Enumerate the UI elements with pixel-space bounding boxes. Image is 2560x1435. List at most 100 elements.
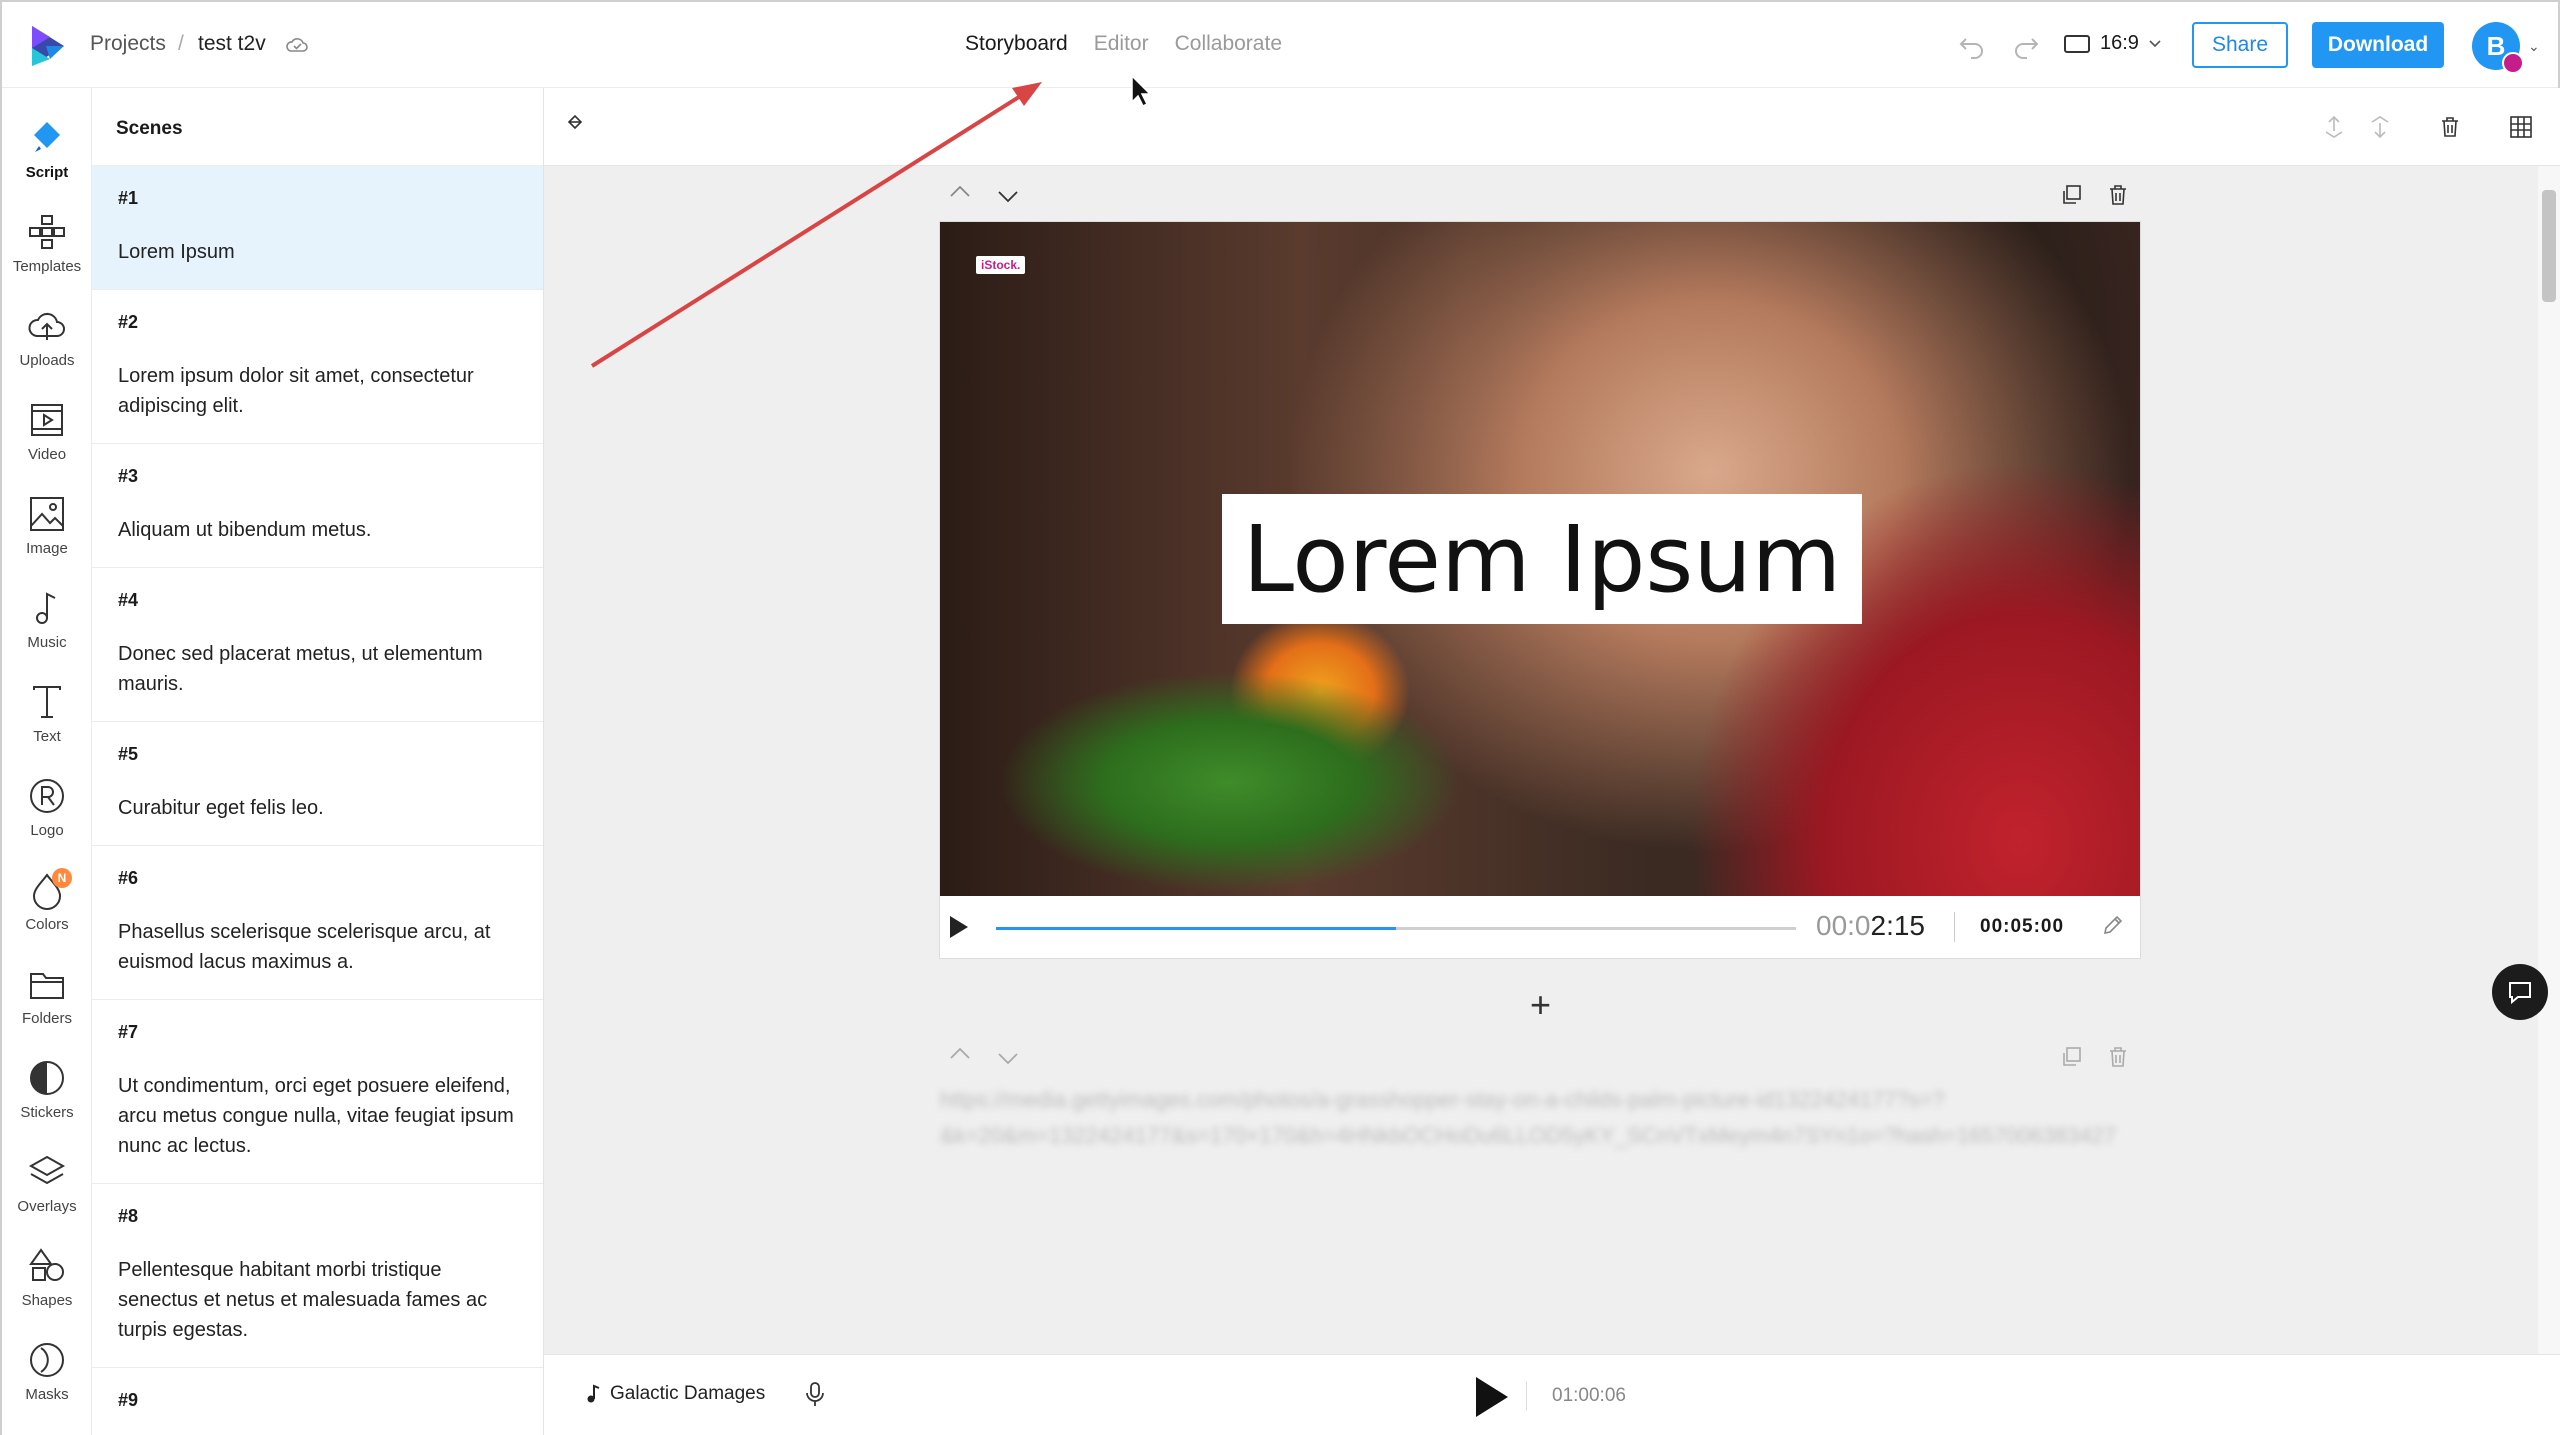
- scene-text[interactable]: Pellentesque habitant morbi tristique se…: [118, 1255, 517, 1345]
- canvas-toolbar: [544, 88, 2560, 166]
- scenes-title: Scenes: [92, 88, 543, 166]
- scene-text[interactable]: Lorem Ipsum: [118, 237, 517, 267]
- duplicate-icon[interactable]: [2060, 1046, 2082, 1068]
- sidebar-item-folders[interactable]: Folders: [2, 964, 92, 1027]
- paint-bucket-icon[interactable]: [566, 114, 584, 132]
- play-all-icon[interactable]: [1476, 1377, 1508, 1417]
- tab-editor[interactable]: Editor: [1094, 32, 1149, 56]
- sidebar-item-templates[interactable]: Templates: [2, 212, 92, 275]
- scene-number: #8: [118, 1206, 139, 1226]
- scene-background-photo[interactable]: iStock. Lorem Ipsum: [940, 222, 2140, 896]
- scene-number: #4: [118, 590, 139, 610]
- aspect-ratio-select[interactable]: 16:9: [2064, 32, 2161, 55]
- app-logo-icon[interactable]: [28, 24, 68, 68]
- trash-icon[interactable]: [2108, 1046, 2128, 1068]
- sidebar-item-colors[interactable]: N Colors: [2, 868, 92, 933]
- progress-track[interactable]: [996, 927, 1796, 930]
- scene-item[interactable]: #7 Ut condimentum, orci eget posuere ele…: [92, 1000, 543, 1184]
- scene-item[interactable]: #8 Pellentesque habitant morbi tristique…: [92, 1184, 543, 1368]
- sidebar-item-overlays[interactable]: Overlays: [2, 1152, 92, 1215]
- duplicate-icon[interactable]: [2060, 184, 2082, 206]
- sidebar-item-label: Stickers: [20, 1104, 74, 1121]
- music-track-title: Galactic Damages: [610, 1383, 766, 1404]
- sidebar-item-video[interactable]: Video: [2, 400, 92, 463]
- scene-item[interactable]: #6 Phasellus scelerisque scelerisque arc…: [92, 846, 543, 1000]
- sidebar-item-masks[interactable]: Masks: [2, 1340, 92, 1403]
- scene-preview-card: iStock. Lorem Ipsum 00:02:15 00:05:00: [940, 222, 2140, 958]
- microphone-icon[interactable]: [804, 1381, 826, 1409]
- sidebar-item-label: Music: [27, 634, 67, 651]
- sidebar-item-shapes[interactable]: Shapes: [2, 1246, 92, 1309]
- video-icon: [31, 404, 63, 436]
- trash-icon[interactable]: [2440, 116, 2460, 138]
- current-time-prefix: 00:0: [1816, 910, 1871, 941]
- play-icon[interactable]: [950, 916, 968, 938]
- layers-icon: [28, 1155, 66, 1185]
- breadcrumb-projects[interactable]: Projects: [90, 32, 166, 56]
- image-icon: [30, 497, 64, 531]
- scenes-panel: Scenes #1 Lorem Ipsum #2 Lorem ipsum dol…: [92, 88, 544, 1435]
- scene-overlay-text[interactable]: Lorem Ipsum: [1222, 494, 1862, 624]
- app-window: Projects / test t2v Storyboard Editor Co…: [0, 0, 2560, 1435]
- scene-item[interactable]: #5 Curabitur eget felis leo.: [92, 722, 543, 846]
- chat-support-button[interactable]: [2492, 964, 2548, 1020]
- scene-text[interactable]: Donec sed placerat metus, ut elementum m…: [118, 639, 517, 699]
- sidebar-item-text[interactable]: Text: [2, 682, 92, 745]
- sidebar-item-label: Overlays: [17, 1198, 77, 1215]
- download-button[interactable]: Download: [2312, 22, 2444, 68]
- sidebar-item-label: Templates: [12, 258, 82, 275]
- chevron-up-icon[interactable]: [948, 1046, 972, 1062]
- scene-text[interactable]: Ut condimentum, orci eget posuere eleife…: [118, 1071, 517, 1161]
- scene-item[interactable]: #1 Lorem Ipsum: [92, 166, 543, 290]
- istock-watermark: iStock.: [976, 256, 1026, 274]
- folder-icon: [30, 973, 64, 999]
- add-scene-button[interactable]: +: [1530, 984, 1551, 1026]
- redo-icon[interactable]: [2010, 30, 2042, 62]
- scene-number: #9: [118, 1390, 139, 1410]
- chevron-down-icon[interactable]: [996, 1050, 1020, 1066]
- scene-duration: 00:05:00: [1980, 916, 2065, 937]
- sidebar-item-logo[interactable]: Logo: [2, 776, 92, 839]
- cloud-saved-icon: [286, 38, 308, 52]
- scene-item[interactable]: #3 Aliquam ut bibendum metus.: [92, 444, 543, 568]
- music-track[interactable]: Galactic Damages: [586, 1383, 765, 1405]
- chevron-down-icon: [2149, 39, 2161, 47]
- move-scene-up-icon[interactable]: [2322, 114, 2346, 140]
- chevron-up-icon[interactable]: [948, 184, 972, 200]
- trash-icon[interactable]: [2108, 184, 2128, 206]
- sidebar-item-script[interactable]: Script: [2, 118, 92, 181]
- share-button[interactable]: Share: [2192, 22, 2288, 68]
- new-badge: N: [52, 868, 72, 888]
- scene-text[interactable]: Curabitur eget felis leo.: [118, 793, 517, 823]
- scene-text[interactable]: Lorem ipsum dolor sit amet, consectetur …: [118, 361, 517, 421]
- music-note-icon: [587, 1384, 600, 1403]
- sidebar-item-uploads[interactable]: Uploads: [2, 306, 92, 369]
- edit-pencil-icon[interactable]: [2102, 914, 2124, 936]
- progress-fill: [996, 927, 1396, 930]
- sidebar-item-music[interactable]: Music: [2, 588, 92, 651]
- scene-item[interactable]: #4 Donec sed placerat metus, ut elementu…: [92, 568, 543, 722]
- crown-badge-icon: [2502, 52, 2524, 74]
- scene-item[interactable]: #9: [92, 1368, 543, 1435]
- scrollbar-thumb[interactable]: [2542, 190, 2556, 302]
- avatar-chevron-down-icon[interactable]: ⌄: [2528, 38, 2540, 55]
- scene-number: #6: [118, 868, 139, 888]
- project-name[interactable]: test t2v: [198, 32, 266, 56]
- tab-storyboard[interactable]: Storyboard: [965, 32, 1068, 56]
- grid-view-icon[interactable]: [2510, 116, 2532, 138]
- chevron-down-icon[interactable]: [996, 188, 1020, 204]
- tab-collaborate[interactable]: Collaborate: [1175, 32, 1282, 56]
- vertical-scrollbar[interactable]: [2538, 166, 2560, 1354]
- sidebar-item-label: Text: [33, 728, 61, 745]
- sticker-icon: [30, 1061, 64, 1095]
- divider: [1954, 912, 1955, 942]
- move-scene-down-icon[interactable]: [2368, 114, 2392, 140]
- scene-text[interactable]: Aliquam ut bibendum metus.: [118, 515, 517, 545]
- sidebar-item-stickers[interactable]: Stickers: [2, 1058, 92, 1121]
- sidebar-item-image[interactable]: Image: [2, 494, 92, 557]
- undo-icon[interactable]: [1956, 30, 1988, 62]
- sidebar-item-label: Masks: [25, 1386, 69, 1403]
- mode-tabs: Storyboard Editor Collaborate: [965, 32, 1282, 56]
- scene-text[interactable]: Phasellus scelerisque scelerisque arcu, …: [118, 917, 517, 977]
- scene-item[interactable]: #2 Lorem ipsum dolor sit amet, consectet…: [92, 290, 543, 444]
